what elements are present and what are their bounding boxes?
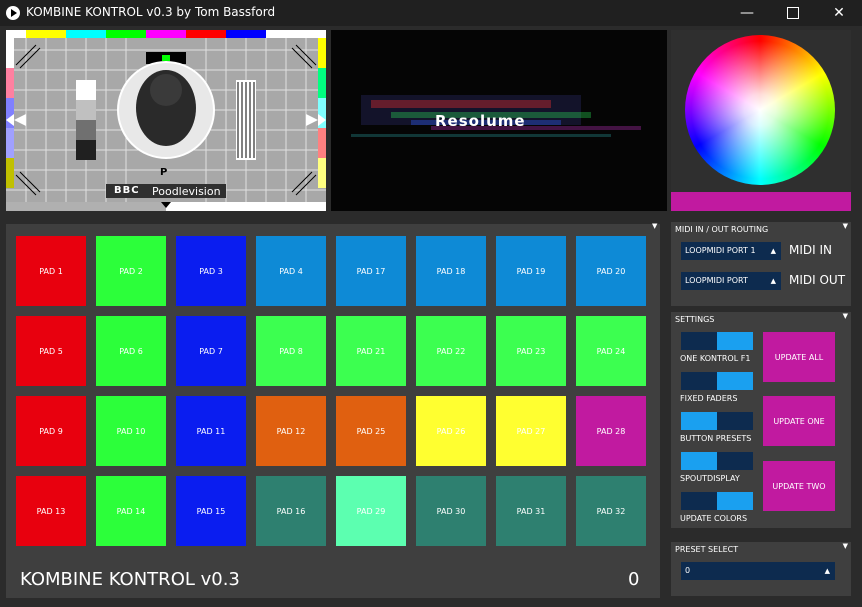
toggle-label: FIXED FADERS bbox=[680, 394, 738, 403]
settings-panel: SETTINGS ▼ ONE KONTROL F1 FIXED FADERS B… bbox=[671, 312, 851, 528]
midi-in-select[interactable]: LOOPMIDI PORT 1 ▲ bbox=[681, 242, 781, 260]
pad-button[interactable]: PAD 12 bbox=[256, 396, 326, 466]
selected-color-swatch bbox=[671, 192, 851, 211]
test-card-logo: BBC bbox=[114, 185, 140, 196]
update-one-button[interactable]: UPDATE ONE bbox=[763, 396, 835, 446]
pad-button[interactable]: PAD 17 bbox=[336, 236, 406, 306]
pad-button[interactable]: PAD 8 bbox=[256, 316, 326, 386]
pad-button[interactable]: PAD 28 bbox=[576, 396, 646, 466]
resolume-preview: Resolume bbox=[331, 30, 667, 211]
select-arrow-icon: ▲ bbox=[824, 567, 830, 575]
pad-button[interactable]: PAD 3 bbox=[176, 236, 246, 306]
pad-button[interactable]: PAD 18 bbox=[416, 236, 486, 306]
toggle-knob bbox=[717, 492, 753, 510]
toggle-button-presets[interactable] bbox=[681, 412, 753, 430]
toggle-label: ONE KONTROL F1 bbox=[680, 354, 751, 363]
test-card-label: Poodlevision bbox=[152, 185, 221, 198]
pad-button[interactable]: PAD 11 bbox=[176, 396, 246, 466]
midi-out-port: LOOPMIDI PORT bbox=[685, 276, 748, 285]
pad-button[interactable]: PAD 20 bbox=[576, 236, 646, 306]
minimize-button[interactable]: — bbox=[724, 0, 770, 26]
preset-select-header: PRESET SELECT bbox=[675, 545, 739, 554]
pad-button[interactable]: PAD 10 bbox=[96, 396, 166, 466]
toggle-fixed-faders[interactable] bbox=[681, 372, 753, 390]
pad-button[interactable]: PAD 16 bbox=[256, 476, 326, 546]
midi-out-select[interactable]: LOOPMIDI PORT ▲ bbox=[681, 272, 781, 290]
preset-select-panel: PRESET SELECT ▼ 0 ▲ bbox=[671, 542, 851, 596]
pad-button[interactable]: PAD 2 bbox=[96, 236, 166, 306]
midi-routing-header: MIDI IN / OUT ROUTING bbox=[675, 225, 769, 234]
pad-button[interactable]: PAD 5 bbox=[16, 316, 86, 386]
toggle-knob bbox=[717, 372, 753, 390]
toggle-label: BUTTON PRESETS bbox=[680, 434, 752, 443]
toggle-spoutdisplay[interactable] bbox=[681, 452, 753, 470]
color-wheel[interactable] bbox=[685, 35, 835, 185]
app-play-icon bbox=[6, 6, 20, 20]
update-two-button[interactable]: UPDATE TWO bbox=[763, 461, 835, 511]
preset-collapse-arrow[interactable]: ▼ bbox=[843, 542, 848, 550]
toggle-knob bbox=[681, 412, 717, 430]
settings-collapse-arrow[interactable]: ▼ bbox=[843, 312, 848, 320]
pad-button[interactable]: PAD 25 bbox=[336, 396, 406, 466]
toggle-knob bbox=[717, 332, 753, 350]
pad-button[interactable]: PAD 1 bbox=[16, 236, 86, 306]
toggle-update-colors[interactable] bbox=[681, 492, 753, 510]
toggle-label: SPOUTDISPLAY bbox=[680, 474, 740, 483]
select-arrow-icon: ▲ bbox=[770, 247, 776, 255]
settings-header: SETTINGS bbox=[675, 315, 715, 324]
midi-routing-panel: MIDI IN / OUT ROUTING ▼ LOOPMIDI PORT 1 … bbox=[671, 222, 851, 306]
color-picker-panel bbox=[671, 30, 851, 211]
pad-button[interactable]: PAD 22 bbox=[416, 316, 486, 386]
midi-in-label: MIDI IN bbox=[789, 243, 833, 257]
pad-button[interactable]: PAD 21 bbox=[336, 316, 406, 386]
pad-button[interactable]: PAD 31 bbox=[496, 476, 566, 546]
pad-button[interactable]: PAD 14 bbox=[96, 476, 166, 546]
test-card-preview: P BBC Poodlevision bbox=[6, 30, 326, 211]
pad-button[interactable]: PAD 29 bbox=[336, 476, 406, 546]
midi-out-label: MIDI OUT bbox=[789, 273, 846, 287]
pad-button[interactable]: PAD 30 bbox=[416, 476, 486, 546]
pad-button[interactable]: PAD 27 bbox=[496, 396, 566, 466]
pad-button[interactable]: PAD 7 bbox=[176, 316, 246, 386]
toggle-label: UPDATE COLORS bbox=[680, 514, 748, 523]
footer-app-title: KOMBINE KONTROL v0.3 bbox=[20, 569, 240, 590]
pad-button[interactable]: PAD 24 bbox=[576, 316, 646, 386]
window-title: KOMBINE KONTROL v0.3 by Tom Bassford bbox=[26, 5, 276, 19]
update-all-button[interactable]: UPDATE ALL bbox=[763, 332, 835, 382]
midi-in-port: LOOPMIDI PORT 1 bbox=[685, 246, 756, 255]
pad-button[interactable]: PAD 23 bbox=[496, 316, 566, 386]
pad-button[interactable]: PAD 9 bbox=[16, 396, 86, 466]
select-arrow-icon: ▲ bbox=[770, 277, 776, 285]
pad-button[interactable]: PAD 26 bbox=[416, 396, 486, 466]
preset-select-dropdown[interactable]: 0 ▲ bbox=[681, 562, 835, 580]
pad-button[interactable]: PAD 4 bbox=[256, 236, 326, 306]
pad-button[interactable]: PAD 32 bbox=[576, 476, 646, 546]
close-button[interactable]: ✕ bbox=[816, 0, 862, 26]
footer-value: 0 bbox=[628, 569, 640, 590]
title-bar: KOMBINE KONTROL v0.3 by Tom Bassford — ✕ bbox=[0, 0, 862, 26]
pad-panel-arrow[interactable]: ▼ bbox=[652, 222, 657, 230]
resolume-logo-text: Resolume bbox=[435, 112, 526, 130]
pad-button[interactable]: PAD 13 bbox=[16, 476, 86, 546]
pad-button[interactable]: PAD 19 bbox=[496, 236, 566, 306]
test-card-image bbox=[6, 30, 326, 211]
pad-button[interactable]: PAD 6 bbox=[96, 316, 166, 386]
maximize-button[interactable] bbox=[770, 0, 816, 26]
toggle-knob bbox=[681, 452, 717, 470]
toggle-one-kontrol-f1[interactable] bbox=[681, 332, 753, 350]
midi-collapse-arrow[interactable]: ▼ bbox=[843, 222, 848, 230]
preset-value: 0 bbox=[685, 566, 691, 575]
maximize-icon bbox=[787, 7, 799, 19]
test-card-letter: P bbox=[160, 167, 168, 178]
pad-button[interactable]: PAD 15 bbox=[176, 476, 246, 546]
